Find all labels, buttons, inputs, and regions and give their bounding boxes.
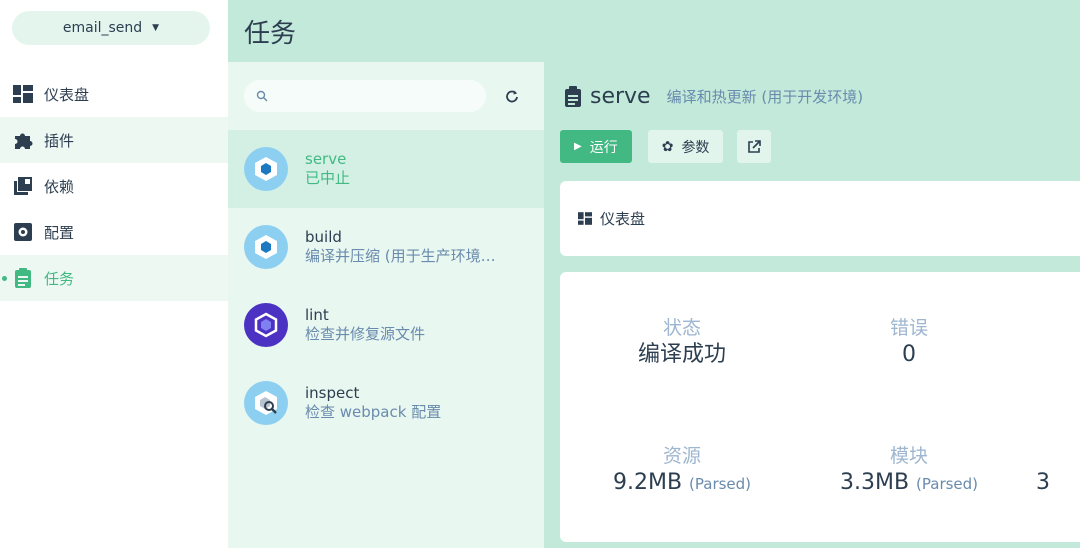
refresh-icon bbox=[506, 90, 518, 103]
build-stats: 状态 编译成功 错误 0 资源 9.2MB (Parsed) 模块 3.3MB … bbox=[560, 272, 1080, 542]
sidebar-nav: 仪表盘 插件 依赖 配置 任务 bbox=[0, 71, 228, 301]
sidebar-item-tasks[interactable]: 任务 bbox=[0, 255, 228, 301]
webpack-inspect-icon bbox=[244, 381, 288, 425]
stat-modules: 模块 3.3MB (Parsed) bbox=[809, 444, 1009, 499]
task-actions: ▶ 运行 ✿ 参数 bbox=[560, 130, 772, 163]
dashboard-icon bbox=[578, 212, 592, 225]
task-name: lint bbox=[305, 306, 329, 324]
stat-value: 9.2MB (Parsed) bbox=[582, 468, 782, 499]
stat-number: 9.2MB bbox=[612, 470, 683, 495]
play-icon: ▶ bbox=[574, 141, 582, 152]
page-title: 任务 bbox=[244, 18, 297, 49]
task-detail-description: 编译和热更新 (用于开发环境) bbox=[666, 88, 864, 106]
view-selector-label: 仪表盘 bbox=[600, 210, 646, 228]
webpack-icon bbox=[244, 225, 288, 269]
stat-value: 3.3MB (Parsed) bbox=[809, 468, 1009, 499]
stat-label: 错误 bbox=[889, 317, 928, 339]
task-detail-name: serve bbox=[590, 84, 651, 109]
task-description: 已中止 bbox=[305, 169, 351, 187]
task-item-inspect[interactable]: inspect 检查 webpack 配置 bbox=[228, 364, 544, 442]
sidebar-item-label: 配置 bbox=[44, 223, 75, 242]
view-selector[interactable]: 仪表盘 bbox=[560, 181, 1080, 256]
library-icon bbox=[12, 175, 34, 197]
task-item-build[interactable]: build 编译并压缩 (用于生产环境… bbox=[228, 208, 544, 286]
sidebar-item-plugins[interactable]: 插件 bbox=[0, 117, 228, 163]
task-list-panel: serve 已中止 build 编译并压缩 (用于生产环境… lint 检查并修… bbox=[228, 62, 544, 548]
sidebar-item-label: 仪表盘 bbox=[44, 85, 90, 104]
stat-unit: (Parsed) bbox=[689, 475, 752, 493]
sidebar-item-label: 任务 bbox=[44, 269, 75, 288]
run-button[interactable]: ▶ 运行 bbox=[560, 130, 632, 163]
stat-status: 状态 编译成功 bbox=[582, 316, 782, 370]
task-description: 编译并压缩 (用于生产环境… bbox=[305, 247, 496, 265]
search-field[interactable] bbox=[244, 80, 486, 112]
open-external-button[interactable] bbox=[737, 130, 772, 163]
project-name: email_send bbox=[62, 20, 143, 36]
stat-label: 资源 bbox=[662, 445, 701, 467]
sidebar-item-label: 依赖 bbox=[44, 177, 75, 196]
stat-value: 3 bbox=[1036, 470, 1050, 495]
stat-value: 0 bbox=[902, 342, 916, 367]
task-detail-panel: serve 编译和热更新 (用于开发环境) ▶ 运行 ✿ 参数 仪表盘 状态 编… bbox=[544, 62, 1080, 548]
puzzle-icon bbox=[12, 129, 34, 151]
stat-dependencies: 3 bbox=[1036, 444, 1076, 498]
run-button-label: 运行 bbox=[589, 139, 618, 156]
page-header: 任务 bbox=[228, 0, 1080, 62]
caret-down-icon: ▼ bbox=[152, 23, 160, 33]
search-icon bbox=[256, 90, 268, 102]
gear-icon: ✿ bbox=[661, 138, 674, 155]
eslint-icon bbox=[244, 303, 288, 347]
search-input[interactable] bbox=[276, 88, 476, 104]
stat-unit: (Parsed) bbox=[916, 475, 979, 493]
dashboard-icon bbox=[12, 83, 34, 105]
sidebar-item-configuration[interactable]: 配置 bbox=[0, 209, 228, 255]
task-item-serve[interactable]: serve 已中止 bbox=[228, 130, 544, 208]
stat-assets: 资源 9.2MB (Parsed) bbox=[582, 444, 782, 499]
stat-errors: 错误 0 bbox=[809, 316, 1009, 370]
task-name: inspect bbox=[305, 384, 360, 402]
task-description: 检查并修复源文件 bbox=[305, 325, 426, 343]
project-selector[interactable]: email_send ▼ bbox=[12, 11, 210, 45]
sidebar: email_send ▼ 仪表盘 插件 依赖 配置 任务 bbox=[0, 0, 228, 548]
sidebar-item-label: 插件 bbox=[44, 131, 75, 150]
task-description: 检查 webpack 配置 bbox=[305, 403, 442, 421]
stat-value: 编译成功 bbox=[637, 342, 726, 367]
refresh-button[interactable] bbox=[502, 86, 522, 106]
task-detail-header: serve 编译和热更新 (用于开发环境) bbox=[564, 84, 863, 109]
open-in-new-icon bbox=[748, 139, 762, 153]
sidebar-item-dashboard[interactable]: 仪表盘 bbox=[0, 71, 228, 117]
stat-label: 模块 bbox=[889, 445, 928, 467]
sidebar-item-dependencies[interactable]: 依赖 bbox=[0, 163, 228, 209]
stat-label bbox=[1036, 444, 1076, 468]
settings-icon bbox=[12, 221, 34, 243]
search-row bbox=[244, 80, 528, 112]
parameters-button[interactable]: ✿ 参数 bbox=[647, 130, 724, 163]
webpack-icon bbox=[244, 147, 288, 191]
task-item-lint[interactable]: lint 检查并修复源文件 bbox=[228, 286, 544, 364]
stat-number: 3.3MB bbox=[839, 470, 910, 495]
task-name: serve bbox=[305, 150, 347, 168]
active-indicator bbox=[2, 276, 7, 281]
assignment-icon bbox=[565, 86, 581, 107]
assignment-icon bbox=[12, 267, 34, 289]
parameters-button-label: 参数 bbox=[681, 139, 710, 156]
task-name: build bbox=[305, 228, 342, 246]
stat-label: 状态 bbox=[662, 317, 701, 339]
